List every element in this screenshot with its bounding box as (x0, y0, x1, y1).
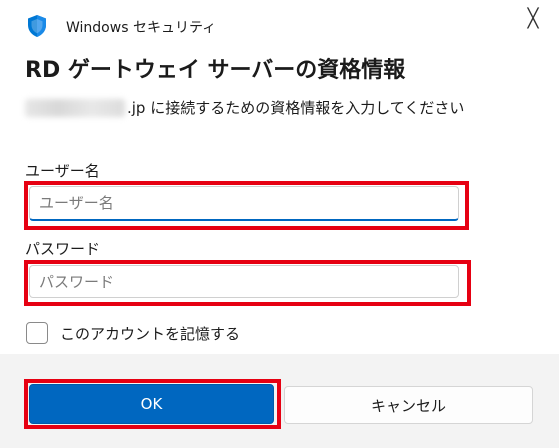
redacted-hostname (25, 98, 125, 117)
cancel-button[interactable]: キャンセル (284, 386, 533, 424)
username-input[interactable] (29, 186, 459, 221)
ok-button[interactable]: OK (29, 384, 274, 424)
password-input[interactable] (29, 265, 459, 298)
username-label: ユーザー名 (25, 162, 100, 180)
ok-button-label: OK (140, 395, 163, 413)
shield-icon (27, 14, 47, 38)
app-title: Windows セキュリティ (66, 20, 217, 36)
cancel-button-label: キャンセル (370, 396, 446, 415)
remember-label: このアカウントを記憶する (60, 325, 241, 343)
close-icon: ╳ (527, 7, 539, 29)
close-button[interactable]: ╳ (521, 6, 545, 30)
remember-checkbox[interactable] (26, 322, 48, 344)
dialog-heading: RD ゲートウェイ サーバーの資格情報 (25, 58, 406, 83)
password-label: パスワード (25, 240, 101, 258)
dialog-message: .jp に接続するための資格情報を入力してください (25, 97, 464, 118)
message-text: .jp に接続するための資格情報を入力してください (127, 99, 465, 117)
